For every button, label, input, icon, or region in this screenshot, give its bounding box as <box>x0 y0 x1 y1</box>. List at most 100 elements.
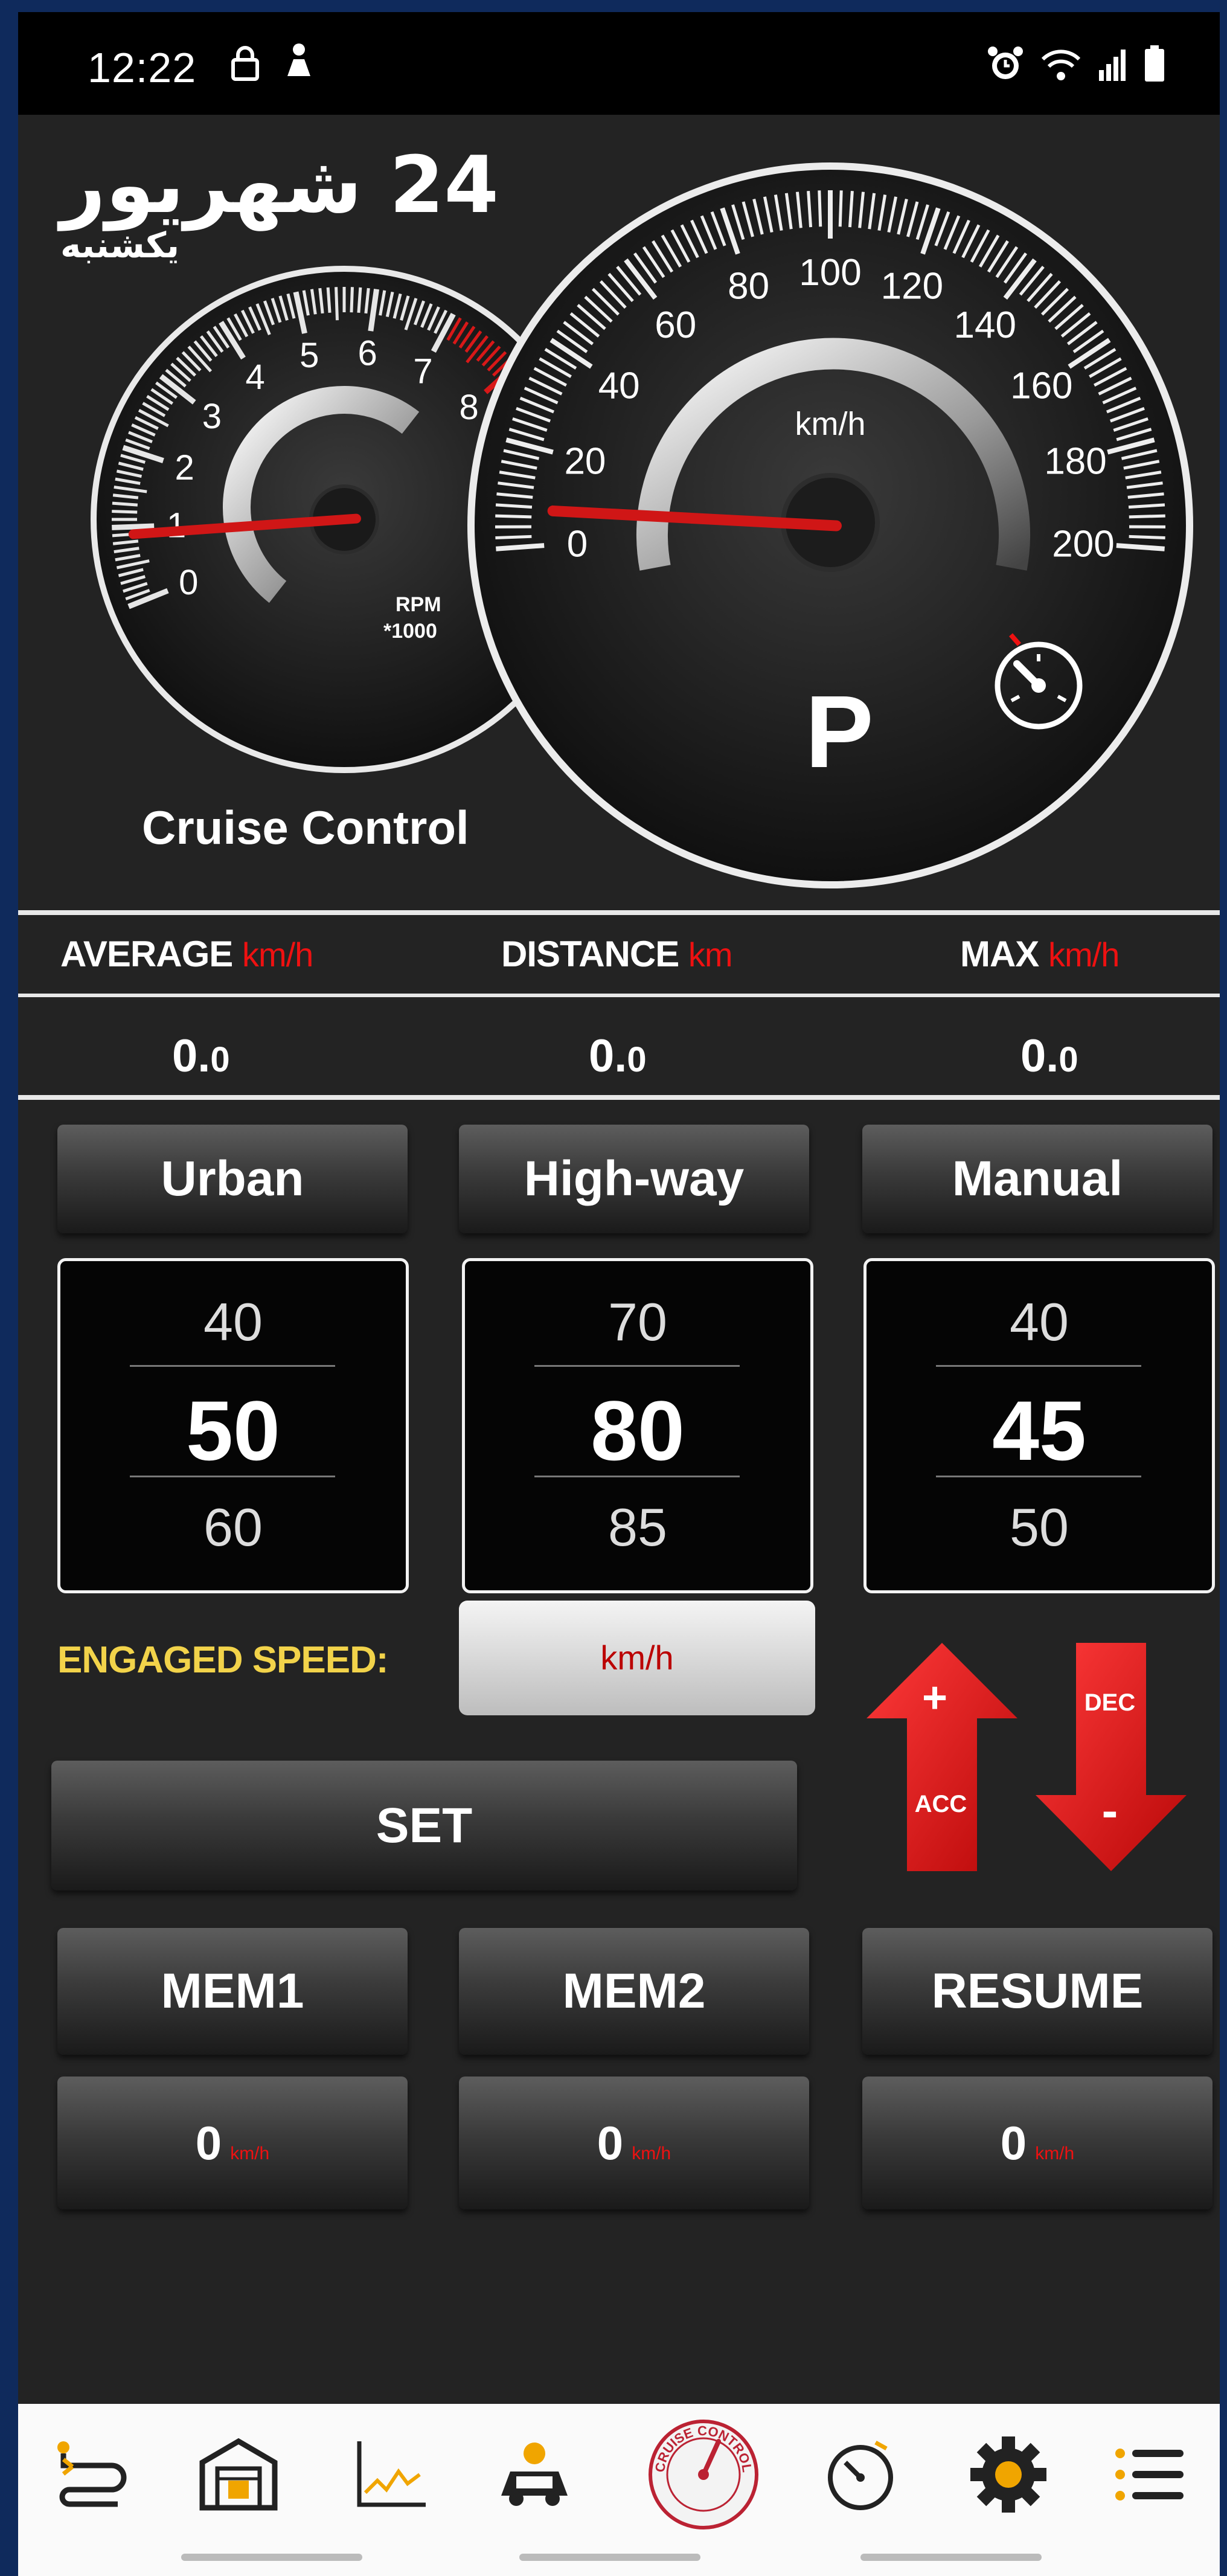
engaged-speed-field[interactable]: km/h <box>459 1601 815 1715</box>
speed-unit: km/h <box>795 406 865 442</box>
gesture-bar <box>860 2554 1042 2561</box>
car-service-icon[interactable] <box>489 2429 580 2520</box>
garage-icon[interactable] <box>193 2429 284 2520</box>
picker-value-selected[interactable]: 80 <box>465 1382 810 1480</box>
manual-mode-button[interactable]: Manual <box>862 1125 1213 1233</box>
speed-tick-label: 100 <box>799 252 861 294</box>
highway-speed-picker[interactable]: 70 80 85 <box>462 1258 813 1593</box>
picker-divider <box>936 1365 1141 1367</box>
rpm-unit-line2: *1000 <box>383 620 437 643</box>
acc-button[interactable]: + ACC <box>863 1643 1020 1872</box>
rpm-tick <box>335 287 339 321</box>
speed-tick-label: 200 <box>1052 523 1114 565</box>
picker-value-selected[interactable]: 45 <box>867 1382 1212 1480</box>
rpm-unit-line1: RPM <box>396 593 441 616</box>
speed-tick <box>1129 535 1165 540</box>
mem2-button[interactable]: MEM2 <box>459 1928 809 2055</box>
picker-value-above[interactable]: 70 <box>465 1291 810 1353</box>
rpm-tick-label: 2 <box>175 448 194 487</box>
picker-value-below[interactable]: 85 <box>465 1497 810 1558</box>
gear-indicator: P <box>805 675 873 789</box>
speed-tick-label: 80 <box>728 265 769 307</box>
rpm-tick-label: 3 <box>202 397 222 436</box>
manual-speed-picker[interactable]: 40 45 50 <box>863 1258 1215 1593</box>
stat-average-label: AVERAGE km/h <box>60 934 313 974</box>
rpm-tick <box>112 523 155 530</box>
app-screen: 12:22 24 شهریور یکشنبه 0 1 2 3 4 5 6 7 8… <box>18 12 1220 2576</box>
acc-label: ACC <box>915 1791 967 1817</box>
rpm-tick-label: 6 <box>358 334 377 373</box>
speed-tick <box>495 535 532 540</box>
picker-divider <box>936 1476 1141 1477</box>
rpm-tick <box>350 287 354 313</box>
speedometer-icon[interactable] <box>815 2429 906 2520</box>
picker-divider <box>130 1365 335 1367</box>
picker-divider <box>130 1476 335 1477</box>
stat-distance-value: 0.0 <box>589 1030 647 1082</box>
picker-value-below[interactable]: 50 <box>867 1497 1212 1558</box>
picker-value-above[interactable]: 40 <box>60 1291 406 1353</box>
speed-tick-label: 20 <box>564 441 606 483</box>
stat-average-value: 0.0 <box>172 1030 230 1082</box>
bottom-navigation: CRUISE CONTROL <box>18 2404 1220 2576</box>
stats-values-row: 0.0 0.0 0.0 <box>18 1018 1220 1090</box>
urban-speed-picker[interactable]: 40 50 60 <box>57 1258 409 1593</box>
speed-tick-label: 180 <box>1044 441 1106 483</box>
rpm-tick <box>112 501 138 507</box>
mem2-value[interactable]: 0 km/h <box>459 2077 809 2209</box>
rpm-tick-label: 7 <box>413 352 432 391</box>
speed-tick <box>496 543 545 551</box>
dec-button[interactable]: DEC - <box>1033 1643 1190 1872</box>
speed-tick <box>1129 514 1165 519</box>
rpm-tick-label: 4 <box>246 358 265 397</box>
speed-tick <box>818 190 822 227</box>
chart-icon[interactable] <box>344 2429 435 2520</box>
rpm-tick <box>326 287 332 313</box>
speed-tick-label: 140 <box>954 304 1016 346</box>
gauge-cluster: 0 1 2345 6 78 RPM *1000 0 20 40 60 80 100 120 140 16… <box>91 162 1193 888</box>
divider <box>18 1095 1220 1100</box>
gesture-bar <box>181 2554 362 2561</box>
picker-value-above[interactable]: 40 <box>867 1291 1212 1353</box>
resume-value[interactable]: 0 km/h <box>862 2077 1213 2209</box>
menu-icon[interactable] <box>1105 2429 1196 2520</box>
speed-tick-label: 160 <box>1010 365 1072 407</box>
stat-max-value: 0.0 <box>1020 1030 1078 1082</box>
rpm-tick <box>357 287 362 313</box>
resume-button[interactable]: RESUME <box>862 1928 1213 2055</box>
rpm-tick-label: 0 <box>179 563 198 602</box>
settings-icon[interactable] <box>963 2429 1054 2520</box>
speed-tick <box>495 514 532 519</box>
divider <box>18 910 1220 915</box>
speed-tick-label: 120 <box>881 265 943 307</box>
highway-mode-button[interactable]: High-way <box>459 1125 809 1233</box>
route-icon[interactable] <box>45 2429 136 2520</box>
speed-tick-label: 40 <box>598 365 640 407</box>
rpm-tick-label: 5 <box>300 336 319 375</box>
stat-max-label: MAX km/h <box>960 934 1120 974</box>
rpm-tick-label: 1 <box>167 506 186 545</box>
mem1-value[interactable]: 0 km/h <box>57 2077 408 2209</box>
set-button[interactable]: SET <box>51 1761 797 1890</box>
divider <box>18 994 1220 997</box>
stat-distance-label: DISTANCE km <box>501 934 733 974</box>
speed-gauge: 0 20 40 60 80 100 120 140 160 180 200 km/h P <box>467 162 1193 888</box>
speed-tick-label: 60 <box>655 304 696 346</box>
urban-mode-button[interactable]: Urban <box>57 1125 408 1233</box>
cruise-control-icon[interactable]: CRUISE CONTROL <box>646 2417 761 2532</box>
picker-value-selected[interactable]: 50 <box>60 1382 406 1480</box>
acc-sign: + <box>922 1674 947 1722</box>
picker-value-below[interactable]: 60 <box>60 1497 406 1558</box>
picker-divider <box>534 1365 740 1367</box>
mem1-button[interactable]: MEM1 <box>57 1928 408 2055</box>
speed-tick <box>838 190 843 227</box>
rpm-tick-label: 8 <box>459 388 478 427</box>
speed-tick <box>1116 543 1165 551</box>
cruise-control-title: Cruise Control <box>142 801 469 854</box>
dec-sign: - <box>1102 1784 1118 1837</box>
speed-tick-label: 0 <box>567 523 588 565</box>
picker-divider <box>534 1476 740 1477</box>
dec-label: DEC <box>1084 1689 1135 1716</box>
gesture-bar <box>519 2554 700 2561</box>
engaged-speed-label: ENGAGED SPEED: <box>57 1639 389 1681</box>
